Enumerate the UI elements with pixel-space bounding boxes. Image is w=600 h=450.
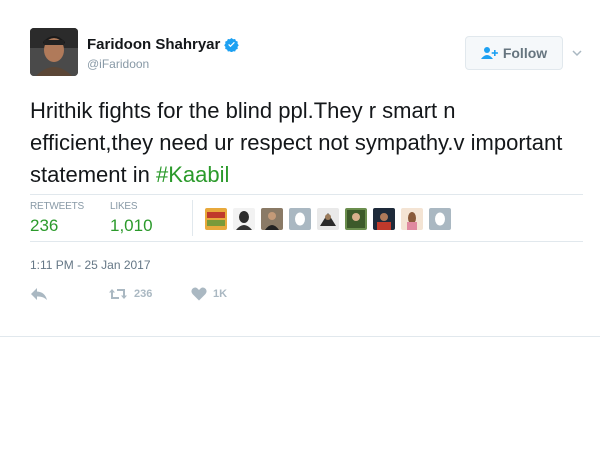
tweet-card: Faridoon Shahryar @iFaridoon Follow Hrit… (0, 0, 600, 337)
tweet-text: Hrithik fights for the blind ppl.They r … (30, 95, 575, 191)
likes-value: 1,010 (110, 216, 153, 235)
timestamp[interactable]: 1:11 PM - 25 Jan 2017 (30, 258, 151, 272)
liker-avatar[interactable] (401, 208, 423, 230)
follow-icon (480, 47, 498, 59)
retweets-label: RETWEETS (30, 201, 84, 212)
tweet-body: Hrithik fights for the blind ppl.They r … (30, 98, 563, 187)
likes-label: LIKES (110, 201, 138, 212)
liker-avatar[interactable] (317, 208, 339, 230)
chevron-down-icon[interactable] (571, 47, 583, 59)
divider (0, 336, 600, 337)
liker-avatar[interactable] (345, 208, 367, 230)
liker-avatar[interactable] (261, 208, 283, 230)
divider (30, 194, 583, 195)
likers-avatars (205, 208, 457, 230)
heart-icon (191, 287, 207, 301)
liker-avatar[interactable] (429, 208, 451, 230)
liker-avatar[interactable] (289, 208, 311, 230)
display-name[interactable]: Faridoon Shahryar (87, 36, 220, 53)
follow-button[interactable]: Follow (465, 36, 563, 70)
author-row: Faridoon Shahryar (87, 36, 240, 53)
retweets-value: 236 (30, 216, 59, 235)
like-count: 1K (213, 288, 228, 300)
reply-button[interactable] (30, 287, 48, 301)
like-button[interactable]: 1K (191, 287, 227, 301)
retweet-button[interactable]: 236 (108, 287, 152, 301)
divider (30, 241, 583, 242)
retweet-count: 236 (134, 288, 153, 300)
liker-avatar[interactable] (205, 208, 227, 230)
likes-stat[interactable]: LIKES 1,010 (110, 201, 153, 236)
liker-avatar[interactable] (373, 208, 395, 230)
verified-icon (224, 37, 240, 52)
user-handle[interactable]: @iFaridoon (87, 57, 149, 71)
retweets-stat[interactable]: RETWEETS 236 (30, 201, 84, 236)
avatar[interactable] (30, 28, 78, 76)
retweet-icon (109, 289, 127, 299)
liker-avatar[interactable] (233, 208, 255, 230)
divider (192, 200, 193, 236)
reply-icon (31, 288, 47, 300)
hashtag-link[interactable]: #Kaabil (156, 162, 229, 187)
follow-label: Follow (502, 45, 548, 61)
